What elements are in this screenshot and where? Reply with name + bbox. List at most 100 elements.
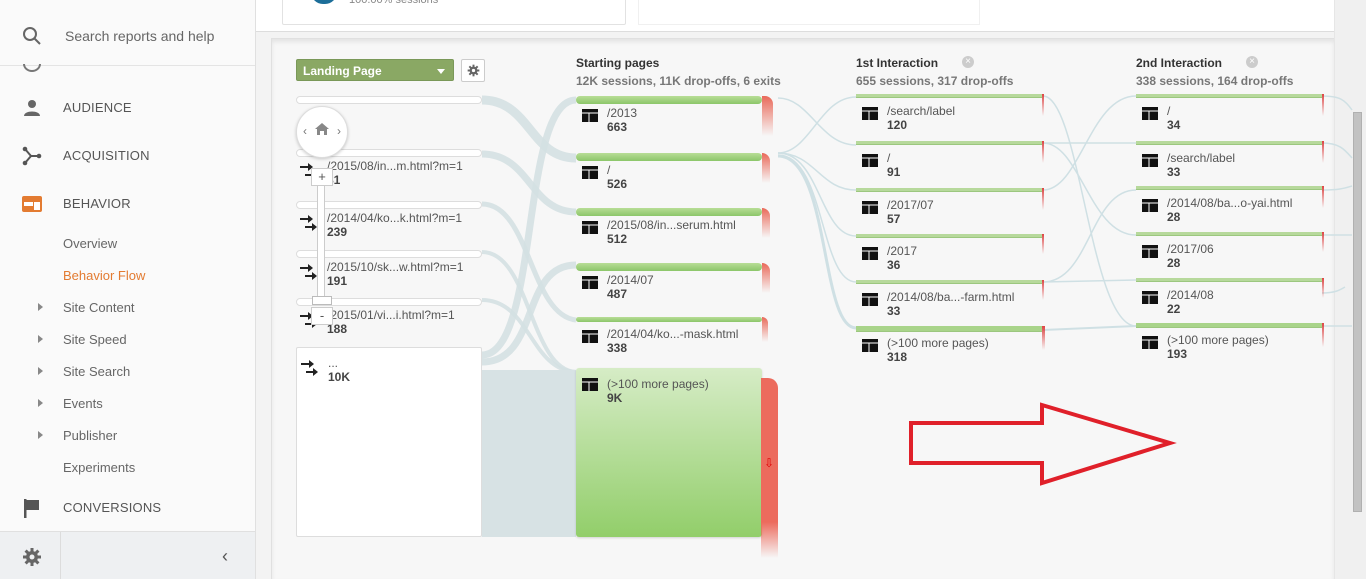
interaction-node[interactable]: (>100 more pages) 318	[856, 326, 1046, 366]
node-value: 239	[327, 225, 348, 239]
zoom-slider-handle[interactable]	[312, 296, 332, 305]
node-value: 28	[1167, 256, 1181, 270]
home-icon[interactable]	[314, 122, 330, 136]
dimension-select[interactable]: Landing Page	[296, 59, 454, 81]
starting-page-node[interactable]: /2015/08/in...serum.html 512	[576, 208, 776, 248]
node-name: /2014/04/ko...k.html?m=1	[327, 211, 463, 225]
interaction-node[interactable]: / 34	[1136, 94, 1326, 134]
interaction-node[interactable]: /2014/08/ba...-farm.html 33	[856, 280, 1046, 320]
flow-settings-button[interactable]	[461, 59, 485, 82]
flow-link	[1042, 189, 1137, 283]
interaction-node[interactable]: /2017 36	[856, 234, 1046, 274]
page-icon	[582, 109, 598, 122]
node-name: /search/label	[1167, 151, 1236, 165]
interaction-node[interactable]: /2017/06 28	[1136, 232, 1326, 272]
zoom-in-button[interactable]: +	[311, 168, 333, 186]
starting-page-node-other[interactable]: (>100 more pages) 9K	[576, 368, 762, 537]
node-name: /	[887, 151, 891, 165]
close-column-icon[interactable]: ×	[962, 56, 974, 68]
dropoff-bar	[1042, 94, 1044, 116]
node-name: /2017	[887, 244, 918, 258]
flow-link	[777, 152, 857, 237]
column-header-2nd-interaction: 2nd Interaction 338 sessions, 164 drop-o…	[1136, 56, 1336, 88]
flow-link	[481, 150, 577, 216]
interaction-node[interactable]: /2014/08/ba...o-yai.html 28	[1136, 186, 1326, 226]
interaction-node[interactable]: /search/label 33	[1136, 141, 1326, 181]
landing-page-node[interactable]	[296, 96, 482, 106]
node-bar	[1136, 141, 1322, 145]
starting-page-node[interactable]: / 526	[576, 153, 776, 193]
pan-control[interactable]: ‹ ›	[296, 106, 348, 158]
node-value: 120	[887, 118, 908, 132]
interaction-node[interactable]: /2014/08 22	[1136, 278, 1326, 318]
page-icon	[1142, 154, 1158, 167]
node-bar	[576, 263, 762, 271]
flow-link	[1042, 279, 1137, 283]
node-name: /2014/04/ko...-mask.html	[607, 327, 739, 341]
starting-page-node[interactable]: /2013 663	[576, 96, 776, 136]
node-value: 512	[607, 232, 628, 246]
interaction-node[interactable]: /search/label 120	[856, 94, 1046, 134]
node-name: /2015/08/in...serum.html	[607, 218, 736, 232]
zoom-out-button[interactable]: -	[311, 307, 333, 325]
dropoff-bar	[1042, 280, 1044, 300]
dimension-select-value: Landing Page	[303, 64, 382, 78]
landing-page-node-other[interactable]: ... 10K	[296, 347, 482, 537]
dropoff-bar	[1322, 278, 1324, 298]
interaction-node[interactable]: (>100 more pages) 193	[1136, 323, 1326, 363]
flow-link	[1321, 142, 1353, 159]
column-summary: 338 sessions, 164 drop-offs	[1136, 74, 1294, 88]
column-header-starting-pages: Starting pages 12K sessions, 11K drop-of…	[576, 56, 781, 88]
dropoff-bar	[1322, 186, 1324, 208]
node-value: 22	[1167, 302, 1181, 316]
node-name: /2014/08/ba...-farm.html	[887, 290, 1015, 304]
node-bar	[576, 153, 762, 161]
starting-page-node[interactable]: /2014/07 487	[576, 263, 776, 303]
node-bar	[576, 96, 762, 104]
node-value: 33	[1167, 165, 1181, 179]
interaction-node[interactable]: / 91	[856, 141, 1046, 181]
node-value: 338	[607, 341, 628, 355]
dropoff-bar	[1042, 188, 1044, 210]
page-icon	[1142, 336, 1158, 349]
pan-left-icon[interactable]: ‹	[303, 124, 307, 138]
column-title: Starting pages	[576, 56, 660, 70]
node-bar	[1136, 278, 1322, 282]
page-icon	[582, 276, 598, 289]
flow-link-main	[482, 370, 576, 537]
node-bar	[856, 326, 1042, 332]
dropoff-bar-large[interactable]: ⇩	[761, 378, 778, 558]
node-value: 57	[887, 212, 901, 226]
interaction-node[interactable]: /2017/07 57	[856, 188, 1046, 228]
node-name: /search/label	[887, 104, 956, 118]
node-bar	[1136, 232, 1322, 236]
dropoff-bar	[1042, 141, 1044, 163]
node-value: 34	[1167, 118, 1181, 132]
analytics-app: Search reports and help AUDIENCE ACQUISI…	[0, 0, 1366, 579]
node-value: 28	[1167, 210, 1181, 224]
page-icon	[1142, 245, 1158, 258]
flow-link	[777, 96, 857, 154]
page-icon	[582, 221, 598, 234]
node-name: /2015/01/vi...i.html?m=1	[327, 308, 455, 322]
node-value: 663	[607, 120, 628, 134]
node-bar	[856, 94, 1042, 98]
dropoff-bar	[1322, 232, 1324, 252]
node-value: 33	[887, 304, 901, 318]
dropoff-bar	[1042, 326, 1045, 350]
starting-page-node[interactable]: /2014/04/ko...-mask.html 338	[576, 317, 776, 357]
annotation-arrow-icon	[909, 402, 1177, 486]
node-value: 36	[887, 258, 901, 272]
node-value: 10K	[328, 370, 351, 384]
zoom-slider-track[interactable]	[317, 180, 325, 302]
close-column-icon[interactable]: ×	[1246, 56, 1258, 68]
page-icon	[582, 378, 598, 391]
node-bar	[1136, 94, 1322, 98]
column-title: 1st Interaction	[856, 56, 939, 70]
pan-right-icon[interactable]: ›	[337, 124, 341, 138]
flow-link	[777, 154, 857, 330]
page-icon	[862, 154, 878, 167]
node-value: 191	[327, 274, 348, 288]
flow-link	[1321, 95, 1353, 111]
node-name: (>100 more pages)	[1167, 333, 1269, 347]
